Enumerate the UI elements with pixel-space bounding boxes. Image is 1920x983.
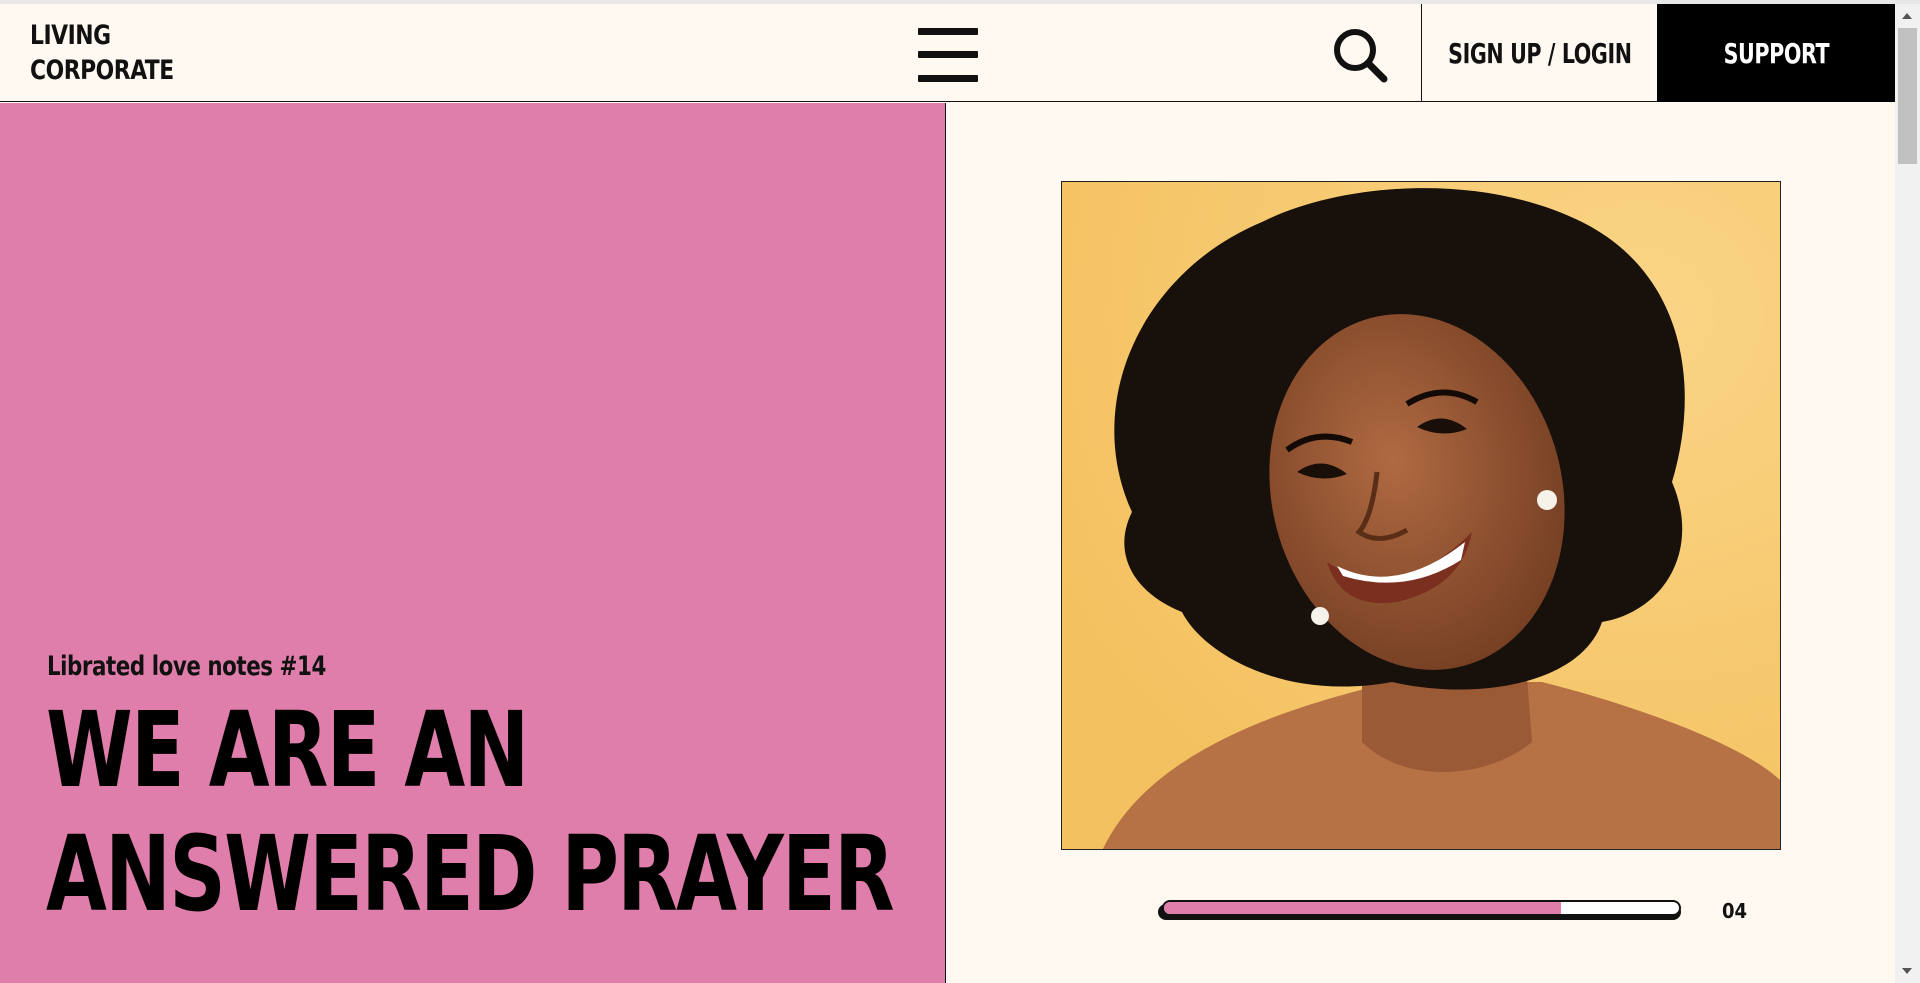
search-button[interactable] xyxy=(1331,26,1389,84)
logo-line-2: CORPORATE xyxy=(30,55,174,86)
logo-line-1: LIVING xyxy=(30,20,111,51)
headline-line-2: ANSWERED PRAYER xyxy=(46,813,895,935)
page-scrollbar[interactable] xyxy=(1895,4,1920,983)
headline-line-1: WE ARE AN xyxy=(46,689,529,811)
slide-counter: 04 xyxy=(1722,899,1748,923)
search-icon xyxy=(1334,29,1388,83)
menu-button[interactable] xyxy=(918,28,978,82)
page: LIVING CORPORATE SIGN UP / LOGIN SUPPORT… xyxy=(0,0,1920,983)
scroll-thumb[interactable] xyxy=(1898,28,1917,164)
hero-kicker: Librated love notes #14 xyxy=(47,651,326,682)
site-header: LIVING CORPORATE SIGN UP / LOGIN SUPPORT xyxy=(0,4,1895,102)
hamburger-menu-icon-bar xyxy=(918,51,978,58)
sign-up-login-link[interactable]: SIGN UP / LOGIN xyxy=(1422,4,1657,102)
support-label: SUPPORT xyxy=(1723,36,1829,70)
scroll-down-arrow-icon[interactable] xyxy=(1902,968,1912,974)
hero-headline: WE ARE AN ANSWERED PRAYER xyxy=(46,688,895,936)
progress-fill xyxy=(1164,902,1561,914)
hamburger-menu-icon xyxy=(918,28,978,35)
hero-panel: Librated love notes #14 WE ARE AN ANSWER… xyxy=(0,103,946,983)
hamburger-menu-icon-bar xyxy=(918,75,978,82)
scroll-up-arrow-icon[interactable] xyxy=(1902,13,1912,19)
login-label: SIGN UP / LOGIN xyxy=(1447,36,1632,70)
progress-track xyxy=(1162,900,1681,916)
slider-progress-bar[interactable] xyxy=(1158,900,1681,920)
support-button[interactable]: SUPPORT xyxy=(1657,4,1895,102)
portrait-photo xyxy=(1061,181,1781,850)
portrait-illustration xyxy=(1062,182,1780,849)
site-logo[interactable]: LIVING CORPORATE xyxy=(30,18,174,88)
